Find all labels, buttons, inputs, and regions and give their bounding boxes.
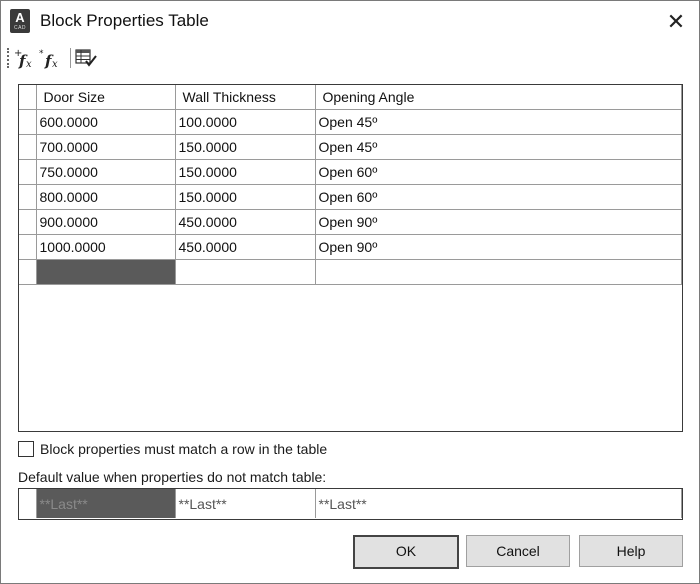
add-properties-button[interactable]: + f x <box>13 46 37 70</box>
default-row: **Last** **Last** **Last** <box>19 489 682 518</box>
must-match-checkbox[interactable] <box>18 441 34 457</box>
cell-door-size[interactable]: 1000.0000 <box>35 234 176 260</box>
row-header[interactable] <box>19 234 37 260</box>
add-user-parameter-button[interactable]: * f x <box>39 46 63 70</box>
cell-wall-thickness[interactable]: 100.0000 <box>174 109 316 135</box>
must-match-label[interactable]: Block properties must match a row in the… <box>40 441 327 457</box>
cell-door-size[interactable]: 900.0000 <box>35 209 176 235</box>
cell-opening-angle[interactable]: Open 45º <box>314 109 682 135</box>
header-row: Door Size Wall Thickness Opening Angle <box>19 85 682 110</box>
cell-opening-angle[interactable]: Open 45º <box>314 134 682 160</box>
row-header[interactable] <box>19 109 37 135</box>
svg-text:x: x <box>26 59 32 70</box>
block-properties-table-dialog: A CAD Block Properties Table ✕ + f x * f… <box>0 0 700 584</box>
row-header[interactable] <box>19 259 37 285</box>
cell-door-size[interactable]: 600.0000 <box>35 109 176 135</box>
table-row: 800.0000 150.0000 Open 60º <box>19 184 682 210</box>
cell-wall-thickness[interactable]: 150.0000 <box>174 159 316 185</box>
audit-table-button[interactable] <box>74 46 98 70</box>
properties-table: Door Size Wall Thickness Opening Angle 6… <box>19 85 682 285</box>
default-value-label: Default value when properties do not mat… <box>18 469 327 485</box>
cell-wall-thickness[interactable]: 150.0000 <box>174 184 316 210</box>
window-title: Block Properties Table <box>40 11 209 30</box>
table-row: 750.0000 150.0000 Open 60º <box>19 159 682 185</box>
table-row: 1000.0000 450.0000 Open 90º <box>19 234 682 260</box>
new-cell-wall-thickness[interactable] <box>174 259 316 285</box>
row-header[interactable] <box>19 184 37 210</box>
cell-wall-thickness[interactable]: 450.0000 <box>174 209 316 235</box>
toolbar-separator <box>70 48 71 68</box>
help-button[interactable]: Help <box>579 535 683 567</box>
toolbar-grip[interactable] <box>7 48 11 68</box>
table-row: 600.0000 100.0000 Open 45º <box>19 109 682 135</box>
table-check-icon <box>75 49 97 67</box>
row-header[interactable] <box>19 159 37 185</box>
default-opening-angle-cell[interactable]: **Last** <box>314 489 682 518</box>
row-header[interactable] <box>19 134 37 160</box>
column-header-opening-angle[interactable]: Opening Angle <box>314 85 682 110</box>
column-header-wall-thickness[interactable]: Wall Thickness <box>174 85 316 110</box>
new-cell-opening-angle[interactable] <box>314 259 682 285</box>
column-header-door-size[interactable]: Door Size <box>35 85 176 110</box>
title-bar: A CAD Block Properties Table ✕ <box>1 1 699 43</box>
cell-opening-angle[interactable]: Open 60º <box>314 184 682 210</box>
properties-grid[interactable]: Door Size Wall Thickness Opening Angle 6… <box>18 84 683 432</box>
add-fx-icon: + f x <box>14 48 32 70</box>
autocad-app-icon: A CAD <box>10 9 30 33</box>
default-row-header <box>19 489 37 518</box>
table-row: 700.0000 150.0000 Open 45º <box>19 134 682 160</box>
cell-door-size[interactable]: 800.0000 <box>35 184 176 210</box>
corner-cell[interactable] <box>19 85 37 110</box>
svg-text:*: * <box>39 49 44 59</box>
default-door-size-cell[interactable]: **Last** <box>35 489 176 518</box>
toolbar: + f x * f x <box>7 45 117 71</box>
cancel-button[interactable]: Cancel <box>466 535 570 567</box>
svg-text:x: x <box>52 59 58 70</box>
selected-new-cell[interactable] <box>35 259 176 285</box>
cell-opening-angle[interactable]: Open 90º <box>314 234 682 260</box>
cell-wall-thickness[interactable]: 450.0000 <box>174 234 316 260</box>
default-values-grid[interactable]: **Last** **Last** **Last** <box>18 488 683 520</box>
cell-door-size[interactable]: 700.0000 <box>35 134 176 160</box>
cell-door-size[interactable]: 750.0000 <box>35 159 176 185</box>
cell-wall-thickness[interactable]: 150.0000 <box>174 134 316 160</box>
ok-button[interactable]: OK <box>353 535 459 569</box>
cell-opening-angle[interactable]: Open 60º <box>314 159 682 185</box>
user-fx-icon: * f x <box>39 49 58 70</box>
new-row <box>19 259 682 285</box>
default-values-table: **Last** **Last** **Last** <box>19 489 682 518</box>
row-header[interactable] <box>19 209 37 235</box>
cell-opening-angle[interactable]: Open 90º <box>314 209 682 235</box>
close-button[interactable]: ✕ <box>661 7 691 37</box>
default-wall-thickness-cell[interactable]: **Last** <box>174 489 316 518</box>
table-row: 900.0000 450.0000 Open 90º <box>19 209 682 235</box>
